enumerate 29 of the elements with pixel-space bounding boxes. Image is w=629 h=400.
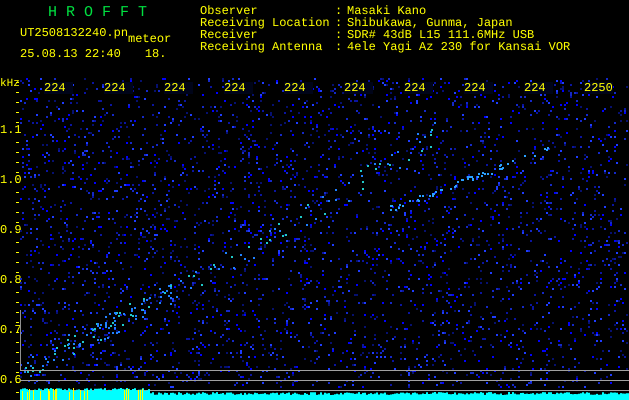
separator: : (335, 17, 344, 29)
separator: : (335, 41, 344, 53)
file-name: UT2508132240.pn (20, 26, 128, 40)
field-label: Receiving Antenna (200, 41, 324, 53)
date-time: 25.08.13 22:40 (20, 47, 121, 61)
time-label: 224 (164, 82, 193, 94)
field-label: Observer (200, 5, 258, 17)
time-label: 2250 (584, 82, 613, 94)
time-label: 224 (524, 82, 553, 94)
value-label: 18. (144, 47, 166, 61)
field-label: Receiver (200, 29, 258, 41)
field-value: Shibukawa, Gunma, Japan (347, 17, 514, 29)
separator: : (335, 5, 344, 17)
field-value: 4ele Yagi Az 230 for Kansai VOR (347, 41, 570, 53)
time-label: 224 (44, 82, 73, 94)
axis-label: 0.7 (0, 324, 22, 336)
time-label: 224 (104, 82, 133, 94)
separator: : (335, 29, 344, 41)
field-value: SDR# 43dB L15 111.6MHz USB (347, 29, 534, 41)
field-value: Masaki Kano (347, 5, 428, 17)
field-label: Receiving Location (200, 17, 331, 29)
axis-unit: kHz (0, 78, 20, 90)
time-label: 224 (404, 82, 433, 94)
app-title: H R O F F T (47, 3, 148, 20)
time-label: 224 (224, 82, 253, 94)
time-label: 224 (284, 82, 313, 94)
tag-label: meteor (128, 32, 172, 46)
time-label: 224 (464, 82, 493, 94)
time-label: 224 (344, 82, 373, 94)
